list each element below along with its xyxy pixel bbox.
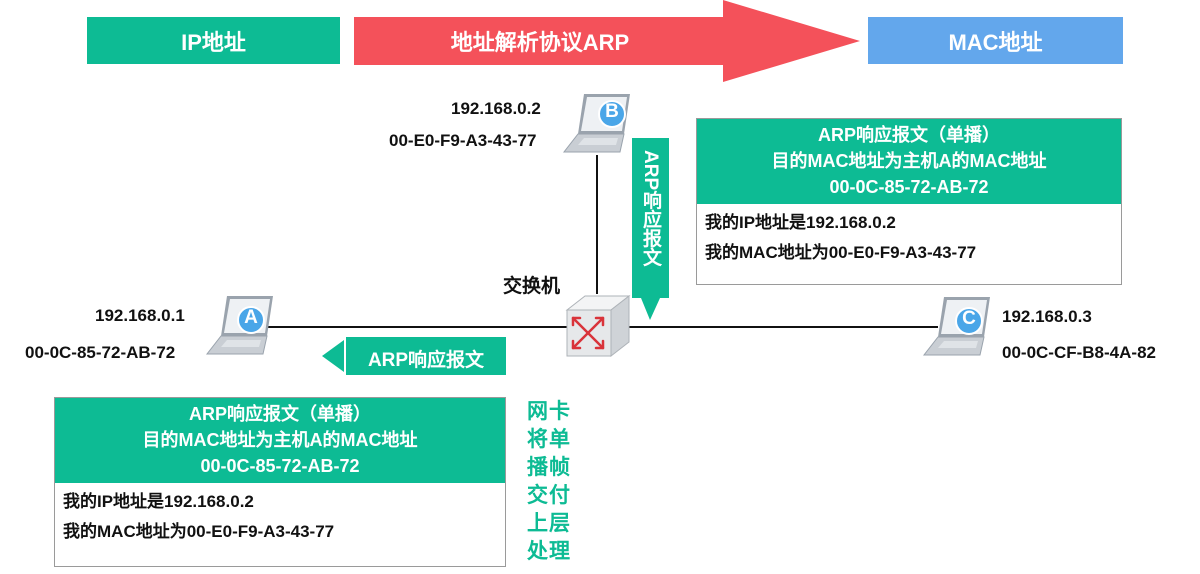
- laptop-b-letter: B: [605, 101, 619, 122]
- box-left-ip-line: 我的IP地址是192.168.0.2: [63, 492, 254, 511]
- switch-icon: [565, 294, 631, 358]
- host-c-ip: 192.168.0.3: [1002, 307, 1092, 326]
- link-b-switch: [596, 155, 598, 294]
- note-line-6: 处理: [527, 540, 571, 563]
- arp-protocol-label: 地址解析协议ARP: [450, 30, 630, 55]
- link-switch-c: [620, 326, 938, 328]
- arp-reply-box-left-body: 我的IP地址是192.168.0.2 我的MAC地址为00-E0-F9-A3-4…: [55, 483, 505, 551]
- box-left-dest-mac: 00-0C-85-72-AB-72: [200, 456, 360, 476]
- vertical-reply-label: ARP响应报文: [640, 150, 661, 267]
- mac-address-banner: MAC地址: [868, 17, 1123, 64]
- box-right-ip-line: 我的IP地址是192.168.0.2: [705, 213, 896, 232]
- arp-reply-box-right-header: ARP响应报文（单播） 目的MAC地址为主机A的MAC地址 00-0C-85-7…: [697, 119, 1121, 204]
- arp-reply-box-left-header: ARP响应报文（单播） 目的MAC地址为主机A的MAC地址 00-0C-85-7…: [55, 398, 505, 483]
- ip-address-label: IP地址: [181, 29, 246, 55]
- laptop-c-letter: C: [962, 308, 976, 329]
- box-right-dest-mac: 00-0C-85-72-AB-72: [829, 177, 989, 197]
- note-line-4: 交付: [527, 484, 571, 507]
- link-a-switch: [268, 326, 570, 328]
- note-line-3: 播帧: [527, 456, 571, 479]
- arp-reply-box-right-body: 我的IP地址是192.168.0.2 我的MAC地址为00-E0-F9-A3-4…: [697, 204, 1121, 272]
- arp-reply-box-right: ARP响应报文（单播） 目的MAC地址为主机A的MAC地址 00-0C-85-7…: [696, 118, 1122, 285]
- arp-banner-text: 地址解析协议ARP: [354, 17, 726, 65]
- host-b-mac: 00-E0-F9-A3-43-77: [389, 131, 537, 150]
- ip-address-banner: IP地址: [87, 17, 340, 64]
- horizontal-reply-label: ARP响应报文: [367, 350, 485, 371]
- box-right-title: ARP响应报文（单播）: [817, 125, 1000, 145]
- box-left-dest: 目的MAC地址为主机A的MAC地址: [142, 430, 418, 450]
- box-left-mac-line: 我的MAC地址为00-E0-F9-A3-43-77: [63, 522, 335, 541]
- box-right-mac-line: 我的MAC地址为00-E0-F9-A3-43-77: [705, 243, 977, 262]
- host-b-ip: 192.168.0.2: [451, 99, 541, 118]
- host-a-mac: 00-0C-85-72-AB-72: [25, 343, 176, 362]
- note-line-2: 将单: [527, 428, 571, 451]
- host-a-ip: 192.168.0.1: [95, 306, 185, 325]
- note-line-5: 上层: [527, 512, 571, 535]
- box-left-title: ARP响应报文（单播）: [188, 404, 371, 424]
- arp-reply-box-left: ARP响应报文（单播） 目的MAC地址为主机A的MAC地址 00-0C-85-7…: [54, 397, 506, 567]
- laptop-a-letter: A: [244, 307, 258, 328]
- note-line-1: 网卡: [527, 400, 571, 423]
- box-right-dest: 目的MAC地址为主机A的MAC地址: [771, 151, 1047, 171]
- nic-delivery-note: 网卡 将单 播帧 交付 上层 处理: [521, 398, 577, 566]
- mac-address-label: MAC地址: [948, 29, 1043, 55]
- switch-label: 交换机: [503, 276, 561, 297]
- host-c-mac: 00-0C-CF-B8-4A-82: [1002, 343, 1156, 362]
